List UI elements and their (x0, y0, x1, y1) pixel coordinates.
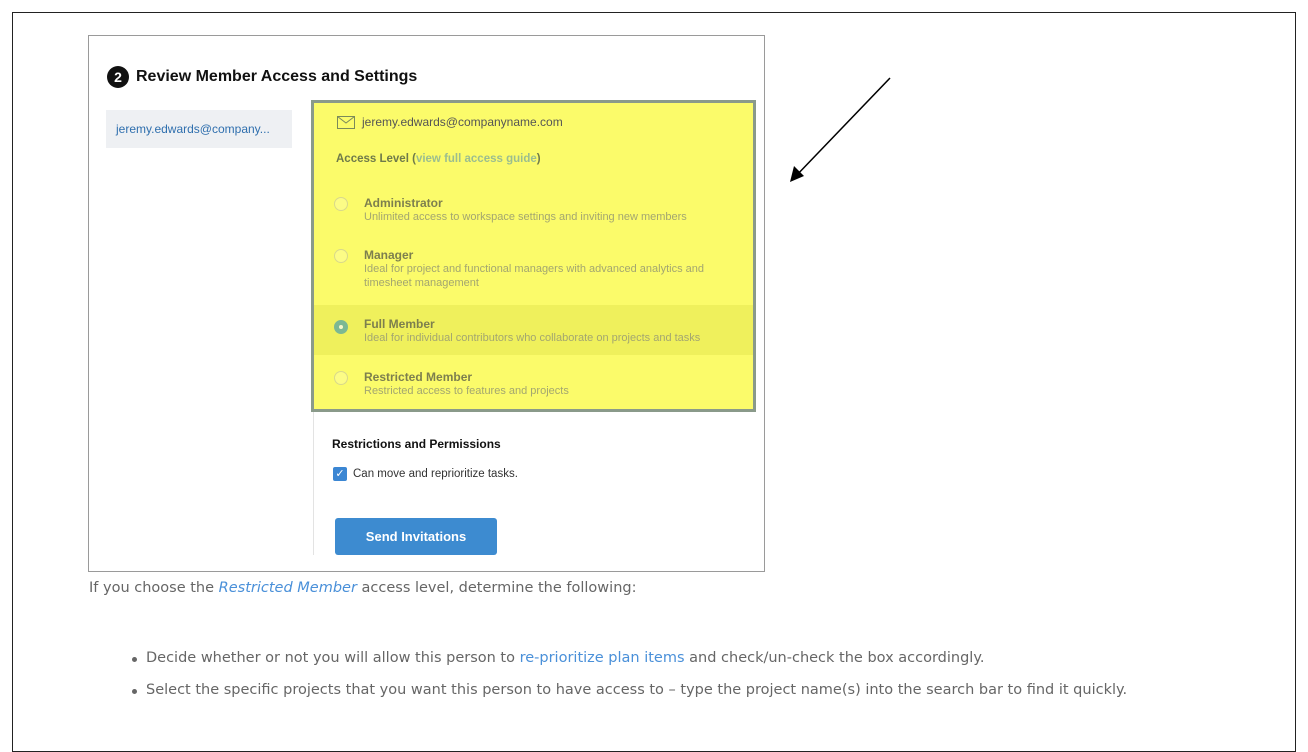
reprioritize-label: Can move and reprioritize tasks. (353, 468, 518, 480)
option-manager[interactable]: Manager Ideal for project and functional… (314, 242, 753, 298)
radio-restricted-member[interactable] (334, 371, 348, 385)
option-description: Ideal for project and functional manager… (364, 263, 704, 289)
close-paren: ) (536, 153, 541, 165)
access-level-label: Access Level (view full access guide) (336, 153, 541, 165)
access-level-highlight: jeremy.edwards@companyname.com Access Le… (311, 100, 756, 412)
option-description: Unlimited access to workspace settings a… (364, 211, 687, 223)
step-number-badge: 2 (107, 66, 129, 88)
radio-administrator[interactable] (334, 197, 348, 211)
access-guide-link[interactable]: view full access guide (416, 153, 537, 165)
bullet-text-after: and check/un-check the box accordingly. (684, 650, 985, 666)
list-item: Decide whether or not you will allow thi… (128, 650, 1127, 682)
send-invitations-button[interactable]: Send Invitations (335, 518, 497, 555)
bullet-dot (132, 657, 137, 662)
option-restricted-member[interactable]: Restricted Member Restricted access to f… (314, 365, 753, 409)
bullet-dot (132, 689, 137, 694)
option-administrator[interactable]: Administrator Unlimited access to worksp… (314, 189, 753, 233)
arrow-annotation-icon (790, 77, 891, 182)
member-list-item[interactable]: jeremy.edwards@company... (106, 110, 292, 148)
option-description: Restricted access to features and projec… (364, 385, 569, 397)
instruction-bullets: Decide whether or not you will allow thi… (128, 650, 1127, 714)
reprioritize-plan-items-link[interactable]: re-prioritize plan items (520, 650, 685, 666)
option-title: Restricted Member (364, 370, 473, 384)
restricted-member-link[interactable]: Restricted Member (219, 580, 357, 596)
option-title: Full Member (364, 317, 435, 331)
option-full-member[interactable]: Full Member Ideal for individual contrib… (314, 305, 753, 355)
list-item: Select the specific projects that you wa… (128, 682, 1127, 714)
radio-manager[interactable] (334, 249, 348, 263)
mail-icon (337, 115, 355, 129)
step-title: Review Member Access and Settings (136, 68, 418, 85)
checkmark-icon: ✓ (335, 468, 345, 480)
member-email: jeremy.edwards@companyname.com (362, 115, 563, 129)
instruction-paragraph: If you choose the Restricted Member acce… (89, 580, 636, 596)
bullet-text-before: Decide whether or not you will allow thi… (146, 650, 520, 666)
settings-screenshot: 2 Review Member Access and Settings jere… (88, 35, 765, 572)
option-title: Manager (364, 248, 414, 262)
option-description: Ideal for individual contributors who co… (364, 332, 701, 344)
reprioritize-checkbox[interactable]: ✓ (333, 467, 347, 481)
email-row: jeremy.edwards@companyname.com (337, 115, 563, 129)
paragraph-text-after: access level, determine the following: (356, 580, 637, 596)
radio-full-member[interactable] (334, 320, 348, 334)
option-title: Administrator (364, 196, 443, 210)
access-level-text: Access Level (336, 153, 409, 165)
restrictions-title: Restrictions and Permissions (332, 437, 501, 451)
step-header: 2 Review Member Access and Settings (107, 66, 417, 88)
bullet-text-before: Select the specific projects that you wa… (146, 682, 1128, 698)
paragraph-text-before: If you choose the (89, 580, 219, 596)
